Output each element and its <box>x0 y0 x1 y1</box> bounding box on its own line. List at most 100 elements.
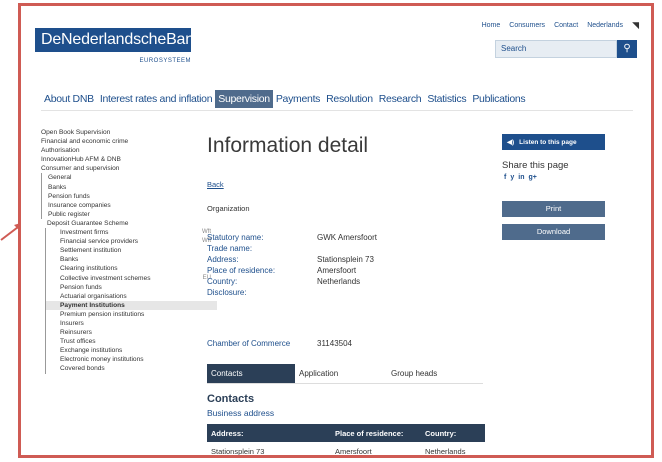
sidebar-leaf-label: Financial service providers <box>60 238 139 246</box>
search-input[interactable]: Search <box>495 40 617 58</box>
organization-details: Statutory name: GWK Amersfoort Trade name… <box>207 232 377 298</box>
contacts-heading: Contacts <box>207 393 255 405</box>
detail-row: Address: Stationsplein 73 <box>207 254 377 265</box>
nav-resolution[interactable]: Resolution <box>323 90 376 108</box>
browser-frame: DeNederlandscheBank EUROSYSTEEM Home Con… <box>18 3 654 458</box>
detail-label: Country: <box>207 277 238 286</box>
table-cell: Amersfoort <box>335 446 372 456</box>
listen-button[interactable]: ◀) Listen to this page <box>502 134 605 150</box>
toplink-consumers[interactable]: Consumers <box>509 22 545 29</box>
tab-group-heads[interactable]: Group heads <box>387 364 441 383</box>
nav-payments[interactable]: Payments <box>273 90 323 108</box>
logo-text: DeNederlandscheBank <box>35 28 202 52</box>
detail-value: GWK Amersfoort <box>317 233 378 242</box>
sidebar-leaf[interactable]: Financial service providers Wft <box>45 237 217 247</box>
sidebar-leaf[interactable]: Banks <box>45 255 217 265</box>
sidebar-leaf-active[interactable]: Payment Institutions <box>45 300 217 310</box>
column-header: Address: <box>211 428 244 438</box>
nav-divider <box>41 110 633 111</box>
table-cell: Stationsplein 73 <box>211 446 265 456</box>
sidebar-subitem[interactable]: Pension funds <box>41 191 217 201</box>
detail-row: Statutory name: GWK Amersfoort <box>207 232 377 243</box>
sidebar-item[interactable]: Authorisation <box>41 146 217 155</box>
toplink-nederlands[interactable]: Nederlands <box>587 22 623 29</box>
rss-icon[interactable]: ◥ <box>632 20 639 31</box>
detail-value: Stationsplein 73 <box>317 255 374 264</box>
nav-interest-rates[interactable]: Interest rates and inflation <box>97 90 215 108</box>
nav-supervision[interactable]: Supervision <box>215 90 273 108</box>
address-table: Address: Place of residence: Country: St… <box>207 424 485 456</box>
sidebar-leaf[interactable]: Actuarial organisations <box>45 291 217 301</box>
tab-contacts[interactable]: Contacts <box>207 364 295 383</box>
listen-label: Listen to this page <box>519 138 577 146</box>
sidebar-leaf[interactable]: Settlement institution <box>45 246 217 256</box>
linkedin-icon[interactable]: in <box>518 174 524 181</box>
sidebar-subitem[interactable]: Public register <box>41 209 217 219</box>
tab-application[interactable]: Application <box>295 364 387 383</box>
print-button[interactable]: Print <box>502 201 605 217</box>
sidebar-leaf[interactable]: Pension funds <box>45 282 217 292</box>
sidebar-item[interactable]: Open Book Supervision <box>41 128 217 137</box>
detail-label: Statutory name: <box>207 233 264 242</box>
detail-tabs: Contacts Application Group heads <box>207 364 483 384</box>
facebook-icon[interactable]: f <box>504 174 506 181</box>
table-row: Stationsplein 73 Amersfoort Netherlands <box>207 442 485 456</box>
twitter-icon[interactable]: y <box>510 174 514 181</box>
share-icons: f y in g+ <box>504 174 537 181</box>
google-plus-icon[interactable]: g+ <box>528 174 536 181</box>
chamber-of-commerce: Chamber of Commerce 31143504 <box>207 339 352 348</box>
nav-publications[interactable]: Publications <box>469 90 528 108</box>
sidebar-leaf[interactable]: Covered bonds <box>45 364 217 374</box>
sidebar-leaf[interactable]: Exchange institutions <box>45 346 217 356</box>
detail-row: Disclosure: <box>207 287 377 298</box>
table-cell: Netherlands <box>425 446 466 456</box>
download-button[interactable]: Download <box>502 224 605 240</box>
sidebar-leaf[interactable]: Electronic money institutions <box>45 355 217 365</box>
coc-value: 31143504 <box>317 339 352 348</box>
logo-subtitle: EUROSYSTEEM <box>139 58 191 64</box>
sidebar-item[interactable]: InnovationHub AFM & DNB <box>41 155 217 164</box>
sidebar-leaf[interactable]: Collective investment schemes EU <box>45 273 217 283</box>
main-nav: About DNB Interest rates and inflation S… <box>41 90 528 108</box>
sidebar-leaf[interactable]: Insurers <box>45 318 217 329</box>
organization-label: Organization <box>207 204 250 213</box>
sidebar-leaf[interactable]: Investment firms Wft <box>45 228 217 238</box>
search-icon[interactable]: ⚲ <box>617 40 637 58</box>
share-heading: Share this page <box>502 160 569 171</box>
dnb-logo[interactable]: DeNederlandscheBank EUROSYSTEEM <box>35 28 202 70</box>
nav-statistics[interactable]: Statistics <box>424 90 469 108</box>
detail-row: Place of residence: Amersfoort <box>207 265 377 276</box>
back-link[interactable]: Back <box>207 180 224 189</box>
sidebar-leaf[interactable]: Clearing institutions <box>45 264 217 274</box>
toplink-contact[interactable]: Contact <box>554 22 578 29</box>
column-header: Place of residence: <box>335 428 404 438</box>
nav-about-dnb[interactable]: About DNB <box>41 90 97 108</box>
search-bar: Search ⚲ <box>495 40 637 58</box>
sidebar-subitem[interactable]: Banks <box>41 182 217 192</box>
detail-value: Netherlands <box>317 277 361 286</box>
detail-value: Amersfoort <box>317 266 357 275</box>
sidebar-subitem[interactable]: General <box>41 173 217 183</box>
sidebar-item[interactable]: Consumer and supervision <box>41 164 217 173</box>
toplink-home[interactable]: Home <box>482 22 501 29</box>
column-header: Country: <box>425 428 457 438</box>
sidebar-leaf[interactable]: Premium pension institutions <box>45 309 217 319</box>
sidebar-leaf-label: Collective investment schemes <box>60 274 151 282</box>
sidebar: Open Book Supervision Financial and econ… <box>41 128 217 374</box>
detail-label: Place of residence: <box>207 266 276 275</box>
sidebar-leaf[interactable]: Reinsurers <box>45 328 217 338</box>
nav-research[interactable]: Research <box>376 90 425 108</box>
sidebar-leaf[interactable]: Trust offices <box>45 337 217 347</box>
detail-label: Disclosure: <box>207 288 247 297</box>
coc-label: Chamber of Commerce <box>207 339 291 348</box>
top-links: Home Consumers Contact Nederlands <box>482 22 623 29</box>
speaker-icon: ◀) <box>507 139 515 146</box>
sidebar-leaf-label: Investment firms <box>60 229 109 237</box>
detail-label: Trade name: <box>207 244 253 253</box>
page-title: Information detail <box>207 134 369 157</box>
sidebar-subitem[interactable]: Insurance companies <box>41 200 217 210</box>
sidebar-item[interactable]: Financial and economic crime <box>41 137 217 146</box>
detail-row: Trade name: <box>207 243 377 254</box>
business-address-heading: Business address <box>207 408 275 418</box>
sidebar-item-deposit-guarantee[interactable]: Deposit Guarantee Scheme <box>41 219 217 228</box>
